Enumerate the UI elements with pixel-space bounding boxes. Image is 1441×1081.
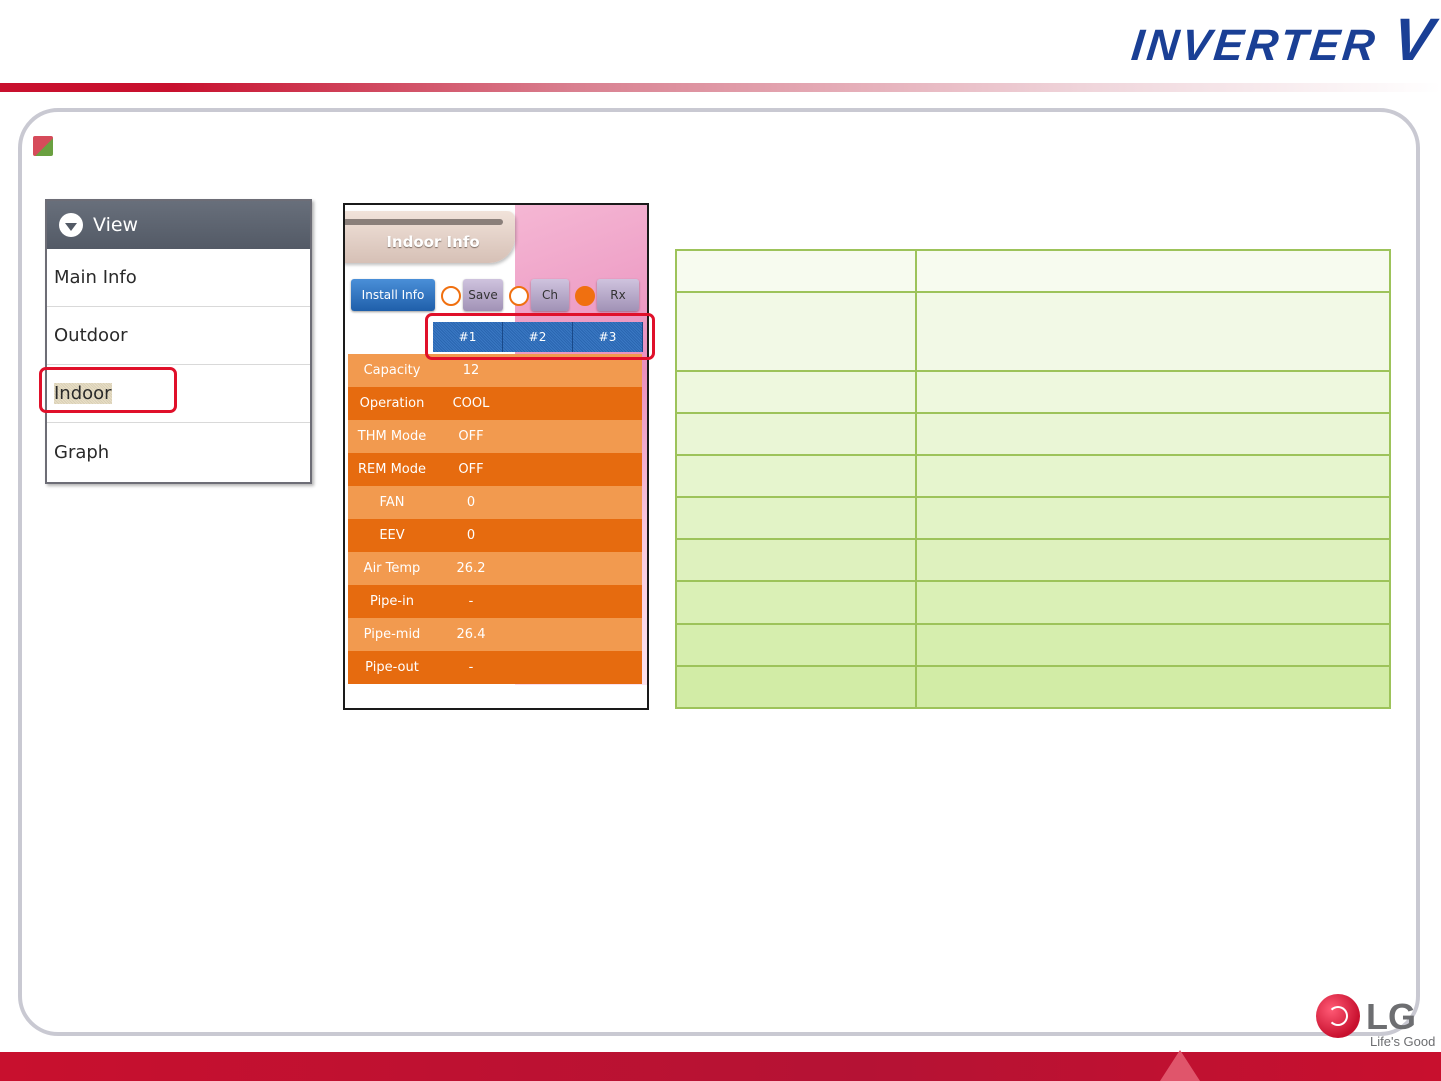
row-label: Operation: [359, 396, 425, 411]
menu-item-label: Main Info: [54, 267, 137, 288]
table-row: [675, 496, 1391, 541]
ch-status-icon: [509, 286, 529, 306]
row-value: OFF: [458, 429, 484, 444]
screen-toolbar: Install Info Save Ch Rx: [349, 278, 647, 312]
table-row: [675, 538, 1391, 583]
view-menu-title: View: [93, 214, 139, 236]
list-item: Pipe-mid 26.4: [348, 618, 642, 651]
row-label: Capacity: [363, 363, 421, 378]
list-item: Pipe-out -: [348, 651, 642, 684]
row-label: THM Mode: [357, 429, 427, 444]
row-label: EEV: [379, 528, 405, 543]
menu-item-label: Graph: [54, 441, 110, 463]
save-status-icon: [441, 286, 461, 306]
menu-item-graph[interactable]: Graph: [47, 423, 310, 481]
indoor-highlight-box: [39, 367, 177, 413]
lg-wordmark: LG: [1366, 996, 1416, 1037]
list-item: Pipe-in -: [348, 585, 642, 618]
row-value: 0: [466, 495, 476, 510]
row-label: Air Temp: [363, 561, 421, 576]
info-table: [675, 248, 1391, 710]
menu-item-label: Outdoor: [54, 325, 128, 346]
row-label: FAN: [379, 495, 405, 510]
footer-bar: [0, 1052, 1441, 1081]
brand-mark: V: [1389, 6, 1437, 73]
table-row: [675, 664, 1391, 710]
table-row: [675, 291, 1391, 372]
row-value: -: [468, 594, 474, 609]
list-item: REM Mode OFF: [348, 453, 642, 486]
list-item: Air Temp 26.2: [348, 552, 642, 585]
screen-title-tab: Indoor Info: [345, 211, 515, 263]
menu-item-main-info[interactable]: Main Info: [47, 249, 310, 307]
row-value: OFF: [458, 462, 484, 477]
table-row: [675, 622, 1391, 667]
indoor-data-list: Capacity 12 Operation COOL THM Mode OFF REM…: [348, 354, 642, 684]
table-row: [675, 580, 1391, 625]
save-button[interactable]: Save: [463, 279, 503, 311]
indoor-info-screen: Indoor Info Install Info Save Ch Rx #1 #…: [343, 203, 649, 710]
unit-tabs-highlight-box: [425, 313, 655, 360]
row-value: 26.4: [456, 627, 486, 642]
rx-button[interactable]: Rx: [597, 279, 639, 311]
lg-face-icon: [1316, 994, 1360, 1038]
row-value: COOL: [452, 396, 490, 411]
chevron-down-icon: [59, 213, 83, 237]
row-label: Pipe-mid: [363, 627, 421, 642]
list-item: FAN 0: [348, 486, 642, 519]
list-item: THM Mode OFF: [348, 420, 642, 453]
ch-button[interactable]: Ch: [531, 279, 569, 311]
menu-item-outdoor[interactable]: Outdoor: [47, 307, 310, 365]
row-value: 26.2: [456, 561, 486, 576]
row-label: Pipe-in: [370, 594, 414, 609]
row-value: -: [468, 660, 474, 675]
table-row: [675, 369, 1391, 414]
slide-bullet-icon: [33, 136, 53, 156]
header-divider: [0, 83, 1441, 92]
list-item: Operation COOL: [348, 387, 642, 420]
row-value: 12: [462, 363, 480, 378]
footer-accent: [1160, 1050, 1200, 1081]
screen-title: Indoor Info: [386, 233, 480, 251]
brand-name: INVERTER: [1129, 21, 1381, 70]
list-item: EEV 0: [348, 519, 642, 552]
table-row: [675, 248, 1391, 294]
install-info-button[interactable]: Install Info: [351, 279, 435, 311]
lg-slogan: Life's Good: [1370, 1034, 1436, 1049]
row-value: 0: [466, 528, 476, 543]
lg-logo: LG Life's Good: [1316, 994, 1441, 1052]
row-label: REM Mode: [357, 462, 426, 477]
table-row: [675, 453, 1391, 499]
view-menu-header[interactable]: View: [47, 201, 310, 249]
inverter-v-logo: INVERTER V: [1129, 6, 1437, 73]
table-row: [675, 411, 1391, 456]
row-label: Pipe-out: [365, 660, 419, 675]
rx-status-icon: [575, 286, 595, 306]
view-menu: View Main Info Outdoor Indoor Graph: [45, 199, 312, 484]
